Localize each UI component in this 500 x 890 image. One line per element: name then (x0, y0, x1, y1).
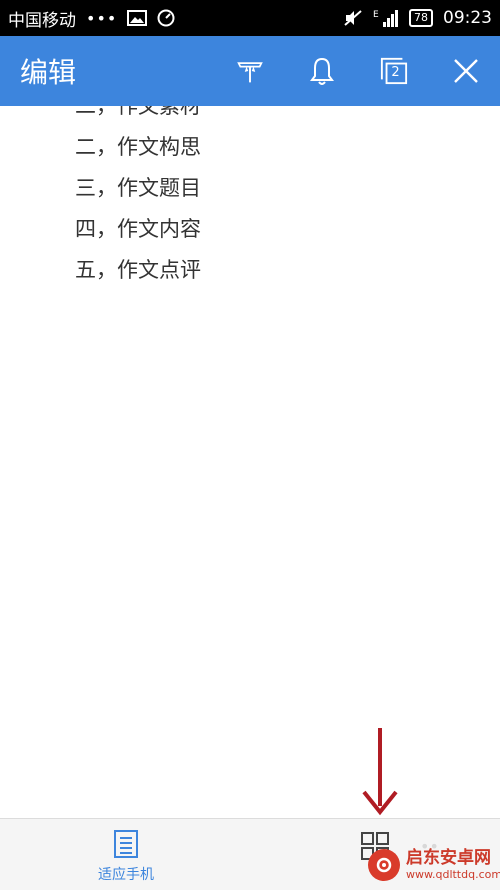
outline-item: 二，作文构思 (75, 135, 201, 159)
hammer-tools-icon (237, 62, 263, 83)
watermark-name: 启东安卓网 (406, 848, 491, 868)
notification-button[interactable] (308, 57, 336, 85)
outline-item: 五，作文点评 (75, 258, 201, 282)
outline-item: 二，作文素材 (75, 106, 201, 118)
page-title: 编辑 (20, 56, 77, 89)
battery-indicator: 78 (409, 9, 433, 27)
watermark-url: www.qdlttdq.com (406, 868, 500, 881)
watermark-logo-icon (368, 849, 400, 881)
close-icon (454, 59, 478, 83)
close-button[interactable] (452, 57, 480, 85)
watermark: 启东安卓网 www.qdlttdq.com (368, 848, 500, 882)
mute-icon (343, 9, 363, 27)
bell-icon (310, 57, 334, 85)
document-view[interactable]: 二，作文素材 二，作文构思 三，作文题目 四，作文内容 五，作文点评 (0, 106, 500, 818)
signal-icon: E (373, 8, 399, 28)
status-bar-left: 中国移动 ••• (8, 6, 175, 31)
fit-phone-label: 适应手机 (98, 867, 154, 883)
outline-item: 三，作文题目 (75, 176, 201, 200)
notification-dots: ••• (86, 8, 118, 28)
toolbar: 2 (236, 57, 480, 85)
tab-count-badge: 2 (391, 65, 400, 80)
outline-list: 二，作文素材 二，作文构思 三，作文题目 四，作文内容 五，作文点评 (75, 106, 201, 291)
tabs-button[interactable]: 2 (380, 57, 408, 85)
status-bar-right: E 78 09:23 (343, 8, 492, 28)
fit-phone-button[interactable]: 适应手机 (80, 829, 172, 887)
annotation-arrow (362, 728, 398, 816)
speed-notification-icon (157, 9, 175, 27)
document-lines-icon (114, 830, 138, 858)
watermark-text: 启东安卓网 www.qdlttdq.com (406, 848, 500, 882)
image-notification-icon (127, 10, 148, 26)
app-bar: 编辑 2 (0, 36, 500, 106)
tools-button[interactable] (236, 57, 264, 85)
network-type-label: E (373, 10, 379, 20)
carrier-label: 中国移动 (8, 10, 76, 31)
clock: 09:23 (443, 8, 492, 28)
status-bar: 中国移动 ••• E 78 09:23 (0, 0, 500, 36)
outline-item: 四，作文内容 (75, 217, 201, 241)
